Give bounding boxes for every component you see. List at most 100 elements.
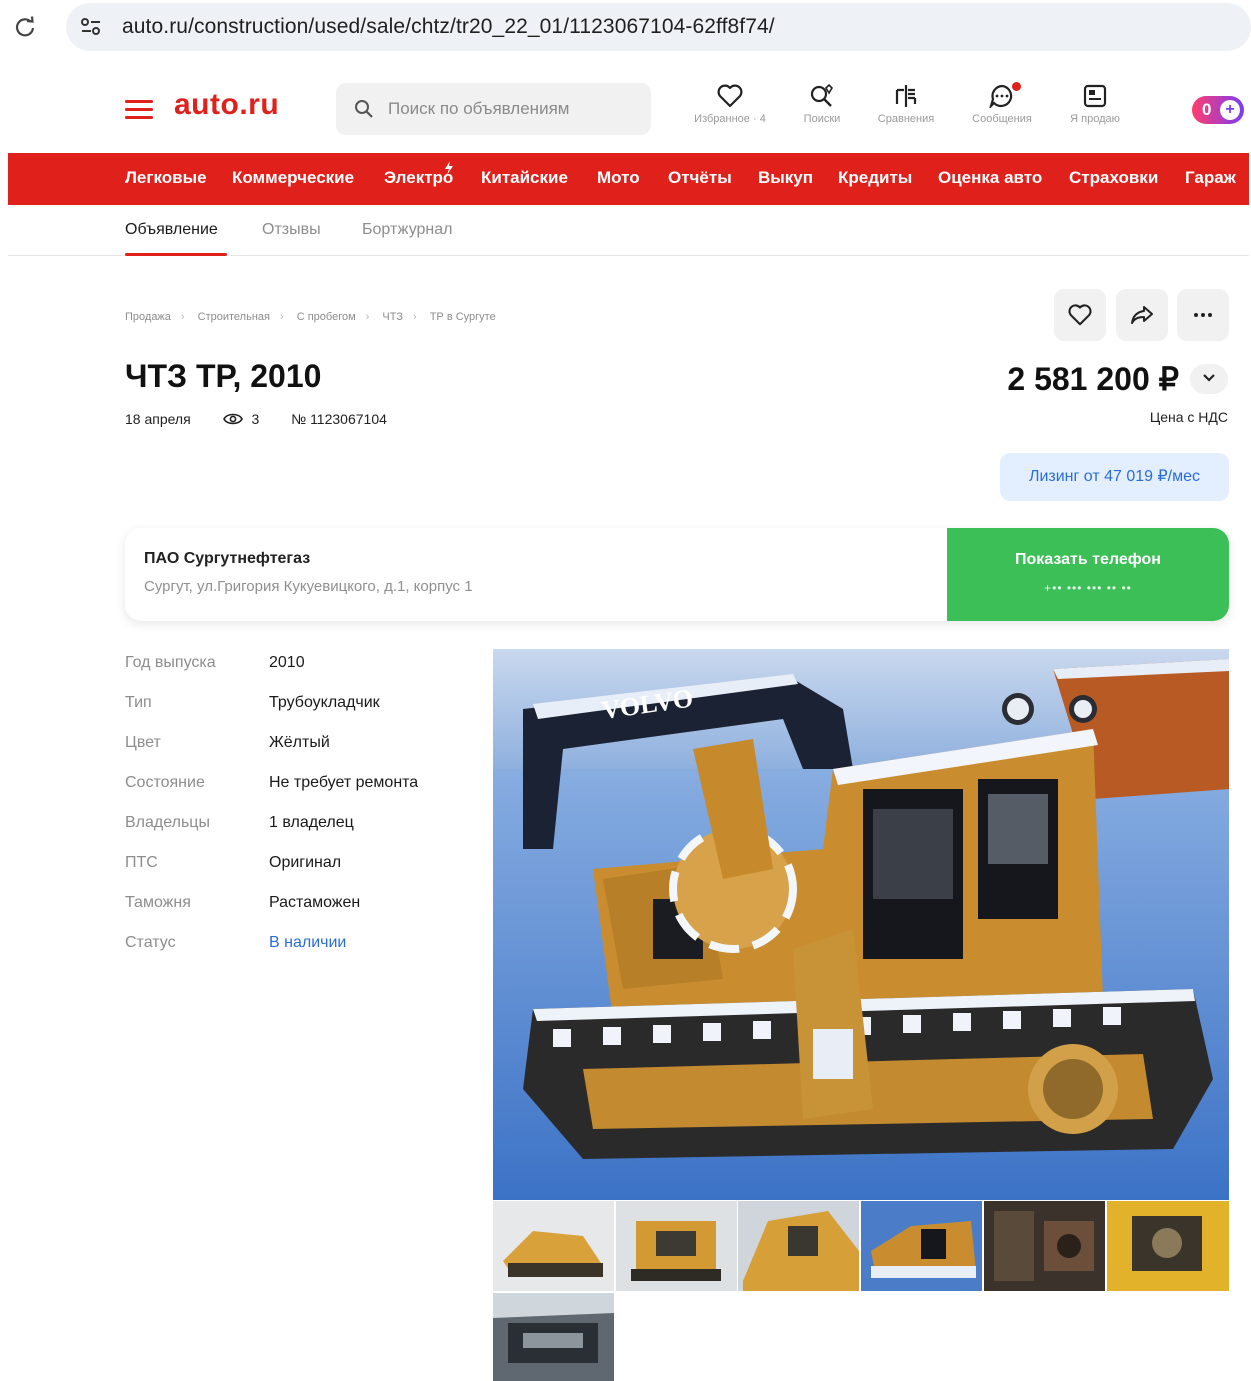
tab-reviews[interactable]: Отзывы: [262, 221, 321, 239]
tab-listing[interactable]: Объявление: [125, 221, 218, 239]
vat-note: Цена с НДС: [1149, 409, 1228, 425]
heart-icon: [1068, 304, 1092, 326]
nav-cars[interactable]: Легковые: [125, 168, 207, 188]
spec-key: Таможня: [125, 894, 191, 911]
listing-tabs: Объявление Отзывы Бортжурнал: [8, 205, 1249, 256]
search-icon: [355, 100, 373, 118]
listing-title: ЧТЗ ТР, 2010: [125, 358, 322, 394]
site-header: auto.ru Избранное · 4 Поиски Сравнения: [8, 64, 1249, 154]
leasing-button[interactable]: Лизинг от 47 019 ₽/мес: [1000, 453, 1229, 501]
spec-value: Трубоукладчик: [269, 694, 380, 711]
search-box[interactable]: [336, 83, 651, 135]
my-sales-link[interactable]: Я продаю: [1062, 84, 1128, 125]
share-button[interactable]: [1116, 289, 1168, 341]
photo-thumbnail[interactable]: [861, 1201, 982, 1291]
nav-commercial[interactable]: Коммерческие: [232, 168, 354, 188]
photo-thumbnail[interactable]: [1107, 1201, 1229, 1291]
spec-value: Оригинал: [269, 854, 342, 871]
spec-key: Статус: [125, 934, 176, 951]
reload-icon[interactable]: [14, 16, 36, 38]
compare-link[interactable]: Сравнения: [870, 84, 942, 125]
nav-insurance[interactable]: Страховки: [1069, 168, 1158, 188]
menu-icon[interactable]: [125, 100, 153, 120]
my-sales-label: Я продаю: [1070, 113, 1120, 125]
nav-electric[interactable]: Электро: [384, 168, 453, 188]
views-count: 3: [251, 411, 260, 428]
address-bar[interactable]: auto.ru/construction/used/sale/chtz/tr20…: [66, 3, 1251, 51]
seller-name[interactable]: ПАО Сургутнефтегаз: [144, 550, 310, 568]
spec-row: Таможня Растаможен: [125, 894, 465, 934]
price[interactable]: 2 581 200 ₽: [1007, 360, 1179, 398]
breadcrumb: Продажа › Строительная › С пробегом › ЧТЗ › …: [125, 311, 496, 323]
nav-buyout[interactable]: Выкуп: [758, 168, 813, 188]
favorite-button[interactable]: [1054, 289, 1106, 341]
breadcrumb-item[interactable]: С пробегом: [297, 311, 356, 323]
eye-icon: [222, 414, 243, 425]
profile-badge[interactable]: 0 +: [1192, 96, 1244, 124]
messages-link[interactable]: Сообщения: [964, 82, 1040, 125]
spec-row: Год выпуска 2010: [125, 654, 465, 694]
saved-search-icon: [810, 84, 834, 107]
search-input[interactable]: [388, 83, 638, 135]
tab-logbook[interactable]: Бортжурнал: [362, 221, 452, 239]
spec-value: Не требует ремонта: [269, 774, 419, 791]
chat-icon: [989, 84, 1013, 108]
more-icon: [1194, 313, 1212, 317]
main-photo[interactable]: VOLVO: [493, 649, 1229, 1200]
site-logo[interactable]: auto.ru: [174, 88, 279, 122]
breadcrumb-item[interactable]: Строительная: [198, 311, 270, 323]
more-button[interactable]: [1177, 289, 1229, 341]
show-phone-label: Показать телефон: [1015, 551, 1161, 568]
listing-meta: 18 апреля 3 № 1123067104: [125, 410, 387, 427]
nav-reports[interactable]: Отчёты: [668, 168, 732, 188]
nav-garage[interactable]: Гараж: [1185, 168, 1236, 188]
spec-key: ПТС: [125, 854, 158, 871]
url-text[interactable]: auto.ru/construction/used/sale/chtz/tr20…: [122, 15, 775, 39]
breadcrumb-item[interactable]: ЧТЗ: [382, 311, 403, 323]
show-phone-button[interactable]: Показать телефон +•• ••• ••• •• ••: [947, 528, 1229, 621]
nav-chinese[interactable]: Китайские: [481, 168, 568, 188]
price-dropdown-button[interactable]: [1190, 364, 1228, 394]
spec-row: Тип Трубоукладчик: [125, 694, 465, 734]
favorites-link[interactable]: Избранное · 4: [686, 84, 774, 125]
plus-icon: +: [1220, 100, 1240, 120]
unread-dot: [1012, 82, 1021, 91]
spec-row: ПТС Оригинал: [125, 854, 465, 894]
seller-address: Сургут, ул.Григория Кукуевицкого, д.1, к…: [144, 578, 473, 595]
spec-value: Жёлтый: [269, 734, 330, 751]
availability-status[interactable]: В наличии: [269, 934, 346, 952]
spec-value: 2010: [269, 654, 305, 671]
chevron-down-icon: [1203, 374, 1215, 382]
spec-row: Владельцы 1 владелец: [125, 814, 465, 854]
nav-credits[interactable]: Кредиты: [838, 168, 912, 188]
site-settings-icon[interactable]: [80, 17, 102, 37]
listing-date: 18 апреля: [125, 411, 191, 428]
browser-toolbar: auto.ru/construction/used/sale/chtz/tr20…: [0, 0, 1251, 56]
favorites-label: Избранное · 4: [694, 113, 766, 125]
spec-key: Владельцы: [125, 814, 210, 831]
spec-key: Цвет: [125, 734, 161, 751]
photo-thumbnail[interactable]: [738, 1201, 859, 1291]
breadcrumb-item[interactable]: Продажа: [125, 311, 171, 323]
nav-valuation[interactable]: Оценка авто: [938, 168, 1042, 188]
searches-link[interactable]: Поиски: [792, 84, 852, 125]
breadcrumb-item[interactable]: ТР в Сургуте: [430, 311, 496, 323]
active-tab-indicator: [125, 253, 227, 256]
compare-label: Сравнения: [877, 113, 935, 125]
share-icon: [1131, 306, 1153, 324]
lightning-icon: [445, 161, 453, 175]
photo-thumbnail[interactable]: [493, 1293, 614, 1381]
masked-phone: +•• ••• ••• •• ••: [1044, 581, 1132, 595]
messages-label: Сообщения: [972, 113, 1032, 125]
specs-table: Год выпуска 2010 Тип Трубоукладчик Цвет Жёл…: [125, 654, 465, 974]
photo-thumbnail[interactable]: [616, 1201, 737, 1291]
spec-row: Цвет Жёлтый: [125, 734, 465, 774]
heart-icon: [717, 84, 743, 108]
spec-row: Статус В наличии: [125, 934, 465, 974]
profile-badge-count: 0: [1202, 100, 1212, 119]
nav-moto[interactable]: Мото: [597, 168, 640, 188]
photo-thumbnail[interactable]: [984, 1201, 1105, 1291]
spec-value: 1 владелец: [269, 814, 354, 831]
pipelayer-photo: VOLVO: [493, 649, 1229, 1200]
photo-thumbnail[interactable]: [493, 1201, 614, 1291]
